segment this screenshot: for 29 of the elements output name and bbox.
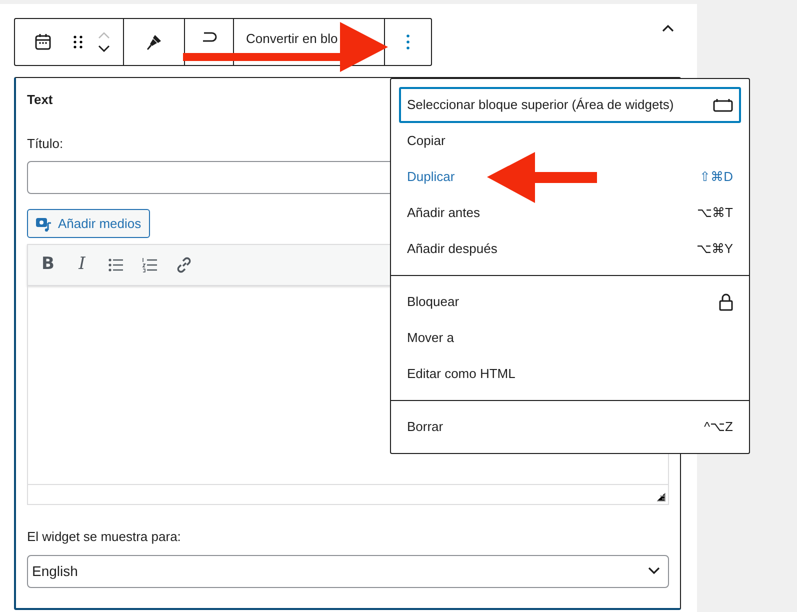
menu-item[interactable]: Copiar	[399, 123, 741, 159]
media-icon	[36, 216, 52, 232]
menu-item[interactable]: Editar como HTML	[399, 356, 741, 392]
widget-title: Text	[27, 91, 53, 109]
menu-item[interactable]: Duplicar ⇧⌘D	[399, 159, 741, 195]
menu-item[interactable]: Añadir antes ⌥⌘T	[399, 195, 741, 231]
italic-button[interactable]: I	[68, 251, 96, 279]
language-select[interactable]: English	[27, 554, 669, 588]
menu-item[interactable]: Bloquear	[399, 284, 741, 320]
menu-item[interactable]: Seleccionar bloque superior (Área de widgets)	[399, 87, 741, 123]
menu-item[interactable]: Mover a	[399, 320, 741, 356]
keyboard-shortcut: ⇧⌘D	[700, 168, 733, 186]
add-media-button[interactable]: Añadir medios	[27, 209, 150, 238]
field-label: Título:	[27, 134, 64, 152]
convert-button[interactable]: Convertir en blo	[246, 32, 338, 46]
collapse-icon[interactable]	[662, 24, 674, 32]
field-label: El widget se muestra para:	[27, 528, 181, 546]
menu-item[interactable]: Añadir después ⌥⌘Y	[399, 231, 741, 267]
menu-item[interactable]: Borrar ^⌥Z	[399, 409, 741, 445]
chevron-down-icon	[648, 567, 660, 575]
lock-icon	[719, 293, 733, 311]
undo-icon[interactable]	[200, 31, 218, 45]
resize-handle-icon[interactable]	[656, 492, 666, 502]
widget-area-icon	[713, 98, 733, 112]
keyboard-shortcut: ⌥⌘T	[697, 204, 733, 222]
keyboard-shortcut: ⌥⌘Y	[696, 240, 733, 258]
bold-button[interactable]: B	[34, 251, 62, 279]
keyboard-shortcut: ^⌥Z	[704, 418, 733, 436]
move-down-icon[interactable]	[98, 45, 110, 52]
